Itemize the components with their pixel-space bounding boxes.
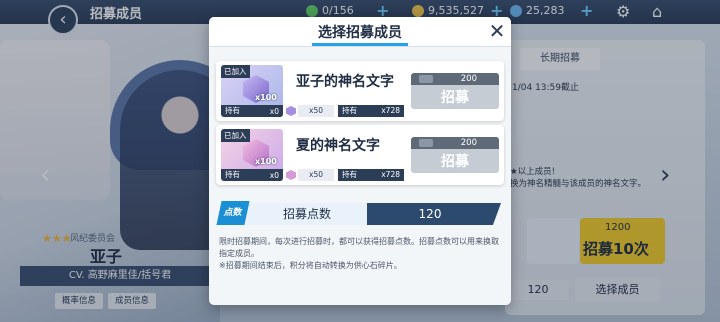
select-recruit-member-dialog: 选择招募成员 ✕ 已加入 x100 持有 x0 亚子的神名文字 x50 持有 x… [209, 17, 511, 305]
recruit-item-card: 已加入 x100 持有 x0 亚子的神名文字 x50 持有 x728 200 招… [216, 61, 504, 121]
joined-badge: 已加入 [221, 65, 250, 78]
recruit-button[interactable]: 200 招募 [411, 73, 499, 109]
sub-hold-label: 持有 [342, 170, 357, 179]
item-thumbnail: 已加入 x100 持有 x0 [221, 65, 283, 117]
close-icon[interactable]: ✕ [486, 19, 508, 43]
recruit-cost: 200 [460, 74, 477, 84]
hold-value: x0 [269, 107, 279, 116]
sub-reward-count: x50 [298, 169, 334, 181]
recruit-cost: 200 [460, 138, 477, 148]
gem-count: x100 [255, 93, 277, 102]
description-line: ※招募期间结束后，积分将自动转换为供心石碎片。 [219, 261, 402, 270]
dialog-title: 选择招募成员 [318, 25, 402, 41]
hold-bar: 持有 x0 [221, 169, 283, 181]
points-badge: 点数 [216, 201, 250, 225]
sub-hold-value: x728 [381, 106, 400, 115]
item-name: 亚子的神名文字 [296, 74, 394, 90]
title-underline [312, 43, 408, 46]
points-value-box: 120 [367, 203, 501, 225]
item-thumbnail: 已加入 x100 持有 x0 [221, 129, 283, 181]
points-label: 招募点数 [282, 207, 331, 221]
eleph-small-icon [286, 106, 296, 116]
description-line: 限时招募期间，每次进行招募时，都可以获得招募点数。招募点数可以用来换取指定成员。 [219, 237, 499, 258]
point-icon [419, 75, 433, 83]
joined-badge: 已加入 [221, 129, 250, 142]
hold-bar: 持有 x0 [221, 105, 283, 117]
sub-reward-row: x50 持有 x728 [286, 105, 404, 117]
recruit-cost-bar: 200 [411, 137, 499, 149]
points-label-box: 招募点数 [247, 203, 367, 225]
recruit-button-label: 招募 [441, 90, 469, 106]
points-value: 120 [418, 207, 442, 221]
recruit-button[interactable]: 200 招募 [411, 137, 499, 173]
sub-hold-bar: 持有 x728 [338, 105, 404, 117]
sub-hold-value: x728 [381, 170, 400, 179]
sub-reward-count: x50 [298, 105, 334, 117]
hold-label: 持有 [225, 170, 240, 179]
eleph-small-icon [286, 170, 296, 180]
hold-label: 持有 [225, 106, 240, 115]
sub-hold-bar: 持有 x728 [338, 169, 404, 181]
sub-reward-row: x50 持有 x728 [286, 169, 404, 181]
hold-value: x0 [269, 171, 279, 180]
recruit-item-card: 已加入 x100 持有 x0 夏的神名文字 x50 持有 x728 200 招募 [216, 125, 504, 185]
point-icon [419, 139, 433, 147]
recruit-points-description: 限时招募期间，每次进行招募时，都可以获得招募点数。招募点数可以用来换取指定成员。… [219, 236, 503, 272]
gem-count: x100 [255, 157, 277, 166]
recruit-button-label: 招募 [441, 154, 469, 170]
recruit-cost-bar: 200 [411, 73, 499, 85]
item-name: 夏的神名文字 [296, 138, 380, 154]
sub-hold-label: 持有 [342, 106, 357, 115]
recruit-points-row: 招募点数 点数 120 [216, 201, 501, 225]
